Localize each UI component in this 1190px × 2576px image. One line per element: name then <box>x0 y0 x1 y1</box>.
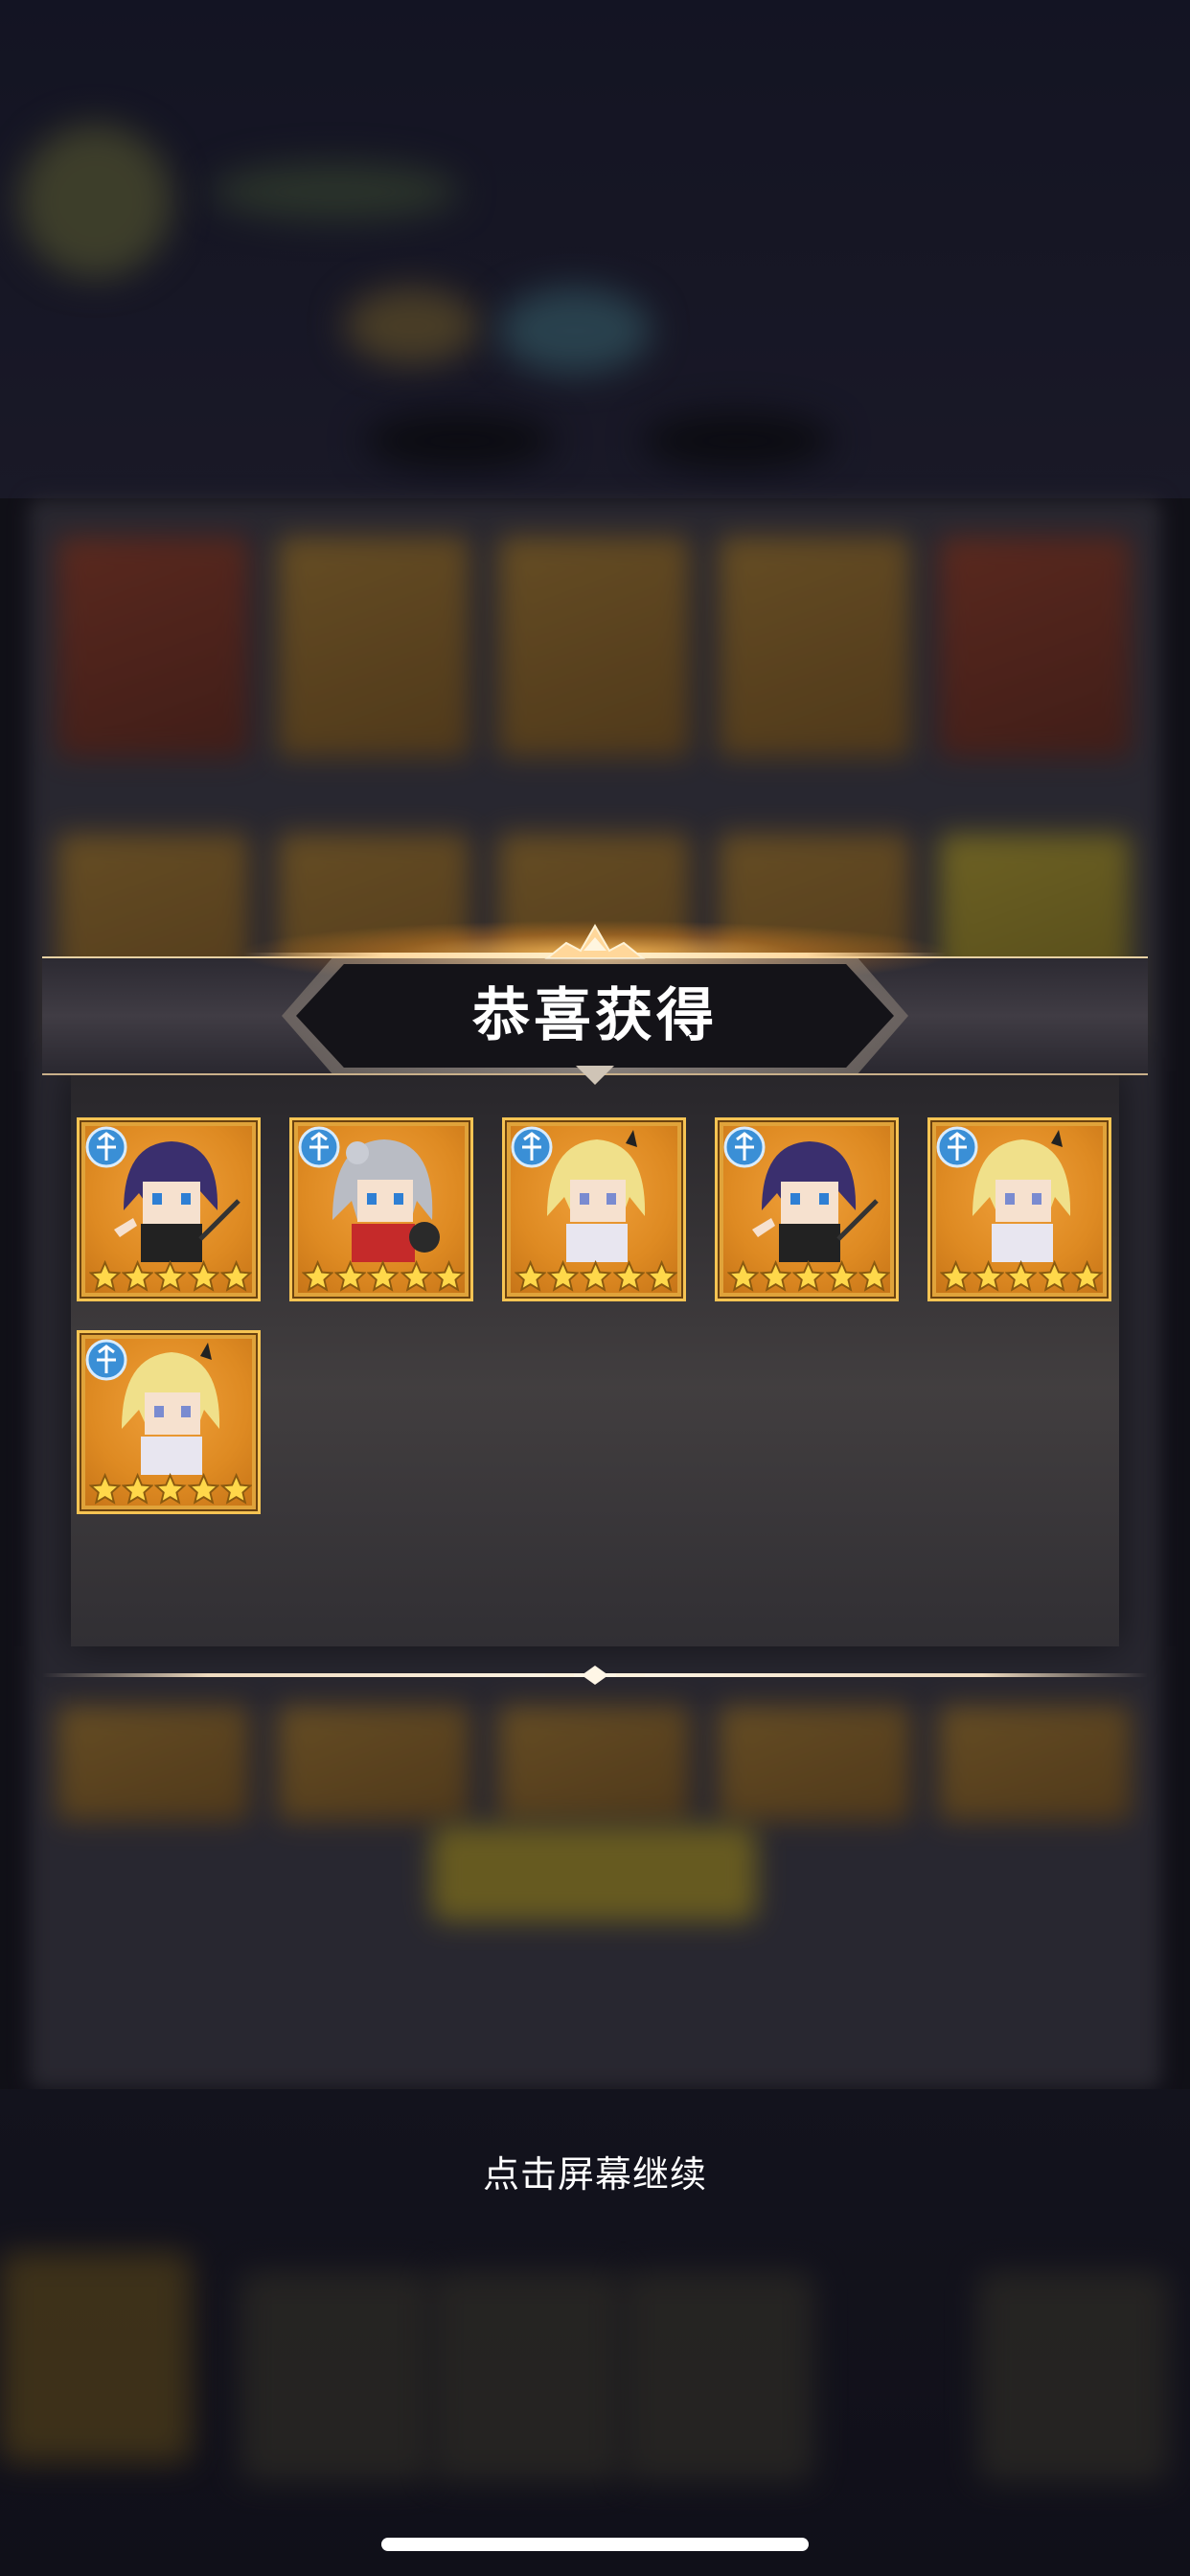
star-icon <box>760 1260 792 1292</box>
diamond-ornament-icon <box>576 1066 614 1085</box>
class-badge-icon <box>723 1126 766 1168</box>
reward-card[interactable] <box>927 1117 1111 1301</box>
star-icon <box>973 1260 1005 1292</box>
star-icon <box>727 1260 760 1292</box>
star-icon <box>612 1260 645 1292</box>
star-icon <box>154 1260 187 1292</box>
star-icon <box>792 1260 825 1292</box>
star-icon <box>89 1473 122 1505</box>
class-badge-icon <box>85 1126 127 1168</box>
star-icon <box>400 1260 432 1292</box>
reward-card[interactable] <box>502 1117 686 1301</box>
star-icon <box>580 1260 612 1292</box>
class-badge-icon <box>936 1126 978 1168</box>
home-indicator[interactable] <box>381 2538 809 2551</box>
crown-ornament-icon <box>544 923 646 959</box>
star-icon <box>219 1260 253 1292</box>
star-icon <box>645 1260 678 1292</box>
reward-dialog: 恭喜获得 <box>42 920 1148 1685</box>
star-icon <box>89 1260 122 1292</box>
star-icon <box>154 1473 187 1505</box>
star-icon <box>187 1260 219 1292</box>
star-icon <box>219 1473 253 1505</box>
star-icon <box>547 1260 580 1292</box>
star-rating <box>302 1260 466 1295</box>
star-icon <box>1038 1260 1070 1292</box>
star-icon <box>1070 1260 1104 1292</box>
star-icon <box>940 1260 973 1292</box>
star-icon <box>122 1473 154 1505</box>
star-icon <box>432 1260 466 1292</box>
star-icon <box>187 1473 219 1505</box>
class-badge-icon <box>298 1126 340 1168</box>
reward-card[interactable] <box>289 1117 473 1301</box>
star-icon <box>367 1260 400 1292</box>
star-icon <box>858 1260 891 1292</box>
reward-card[interactable] <box>77 1330 261 1514</box>
title-banner: 恭喜获得 <box>42 920 1148 1085</box>
class-badge-icon <box>85 1339 127 1381</box>
star-icon <box>122 1260 154 1292</box>
class-badge-icon <box>511 1126 553 1168</box>
star-rating <box>940 1260 1104 1295</box>
star-icon <box>515 1260 547 1292</box>
reward-card[interactable] <box>77 1117 261 1301</box>
star-icon <box>1005 1260 1038 1292</box>
star-rating <box>89 1473 253 1507</box>
reward-card[interactable] <box>715 1117 899 1301</box>
star-icon <box>825 1260 858 1292</box>
bottom-diamond-icon <box>545 1666 645 1685</box>
star-rating <box>89 1260 253 1295</box>
star-icon <box>302 1260 334 1292</box>
star-icon <box>334 1260 367 1292</box>
tap-to-continue-text[interactable]: 点击屏幕继续 <box>0 2150 1190 2198</box>
dialog-title: 恭喜获得 <box>472 982 718 1049</box>
star-rating <box>727 1260 891 1295</box>
star-rating <box>515 1260 678 1295</box>
